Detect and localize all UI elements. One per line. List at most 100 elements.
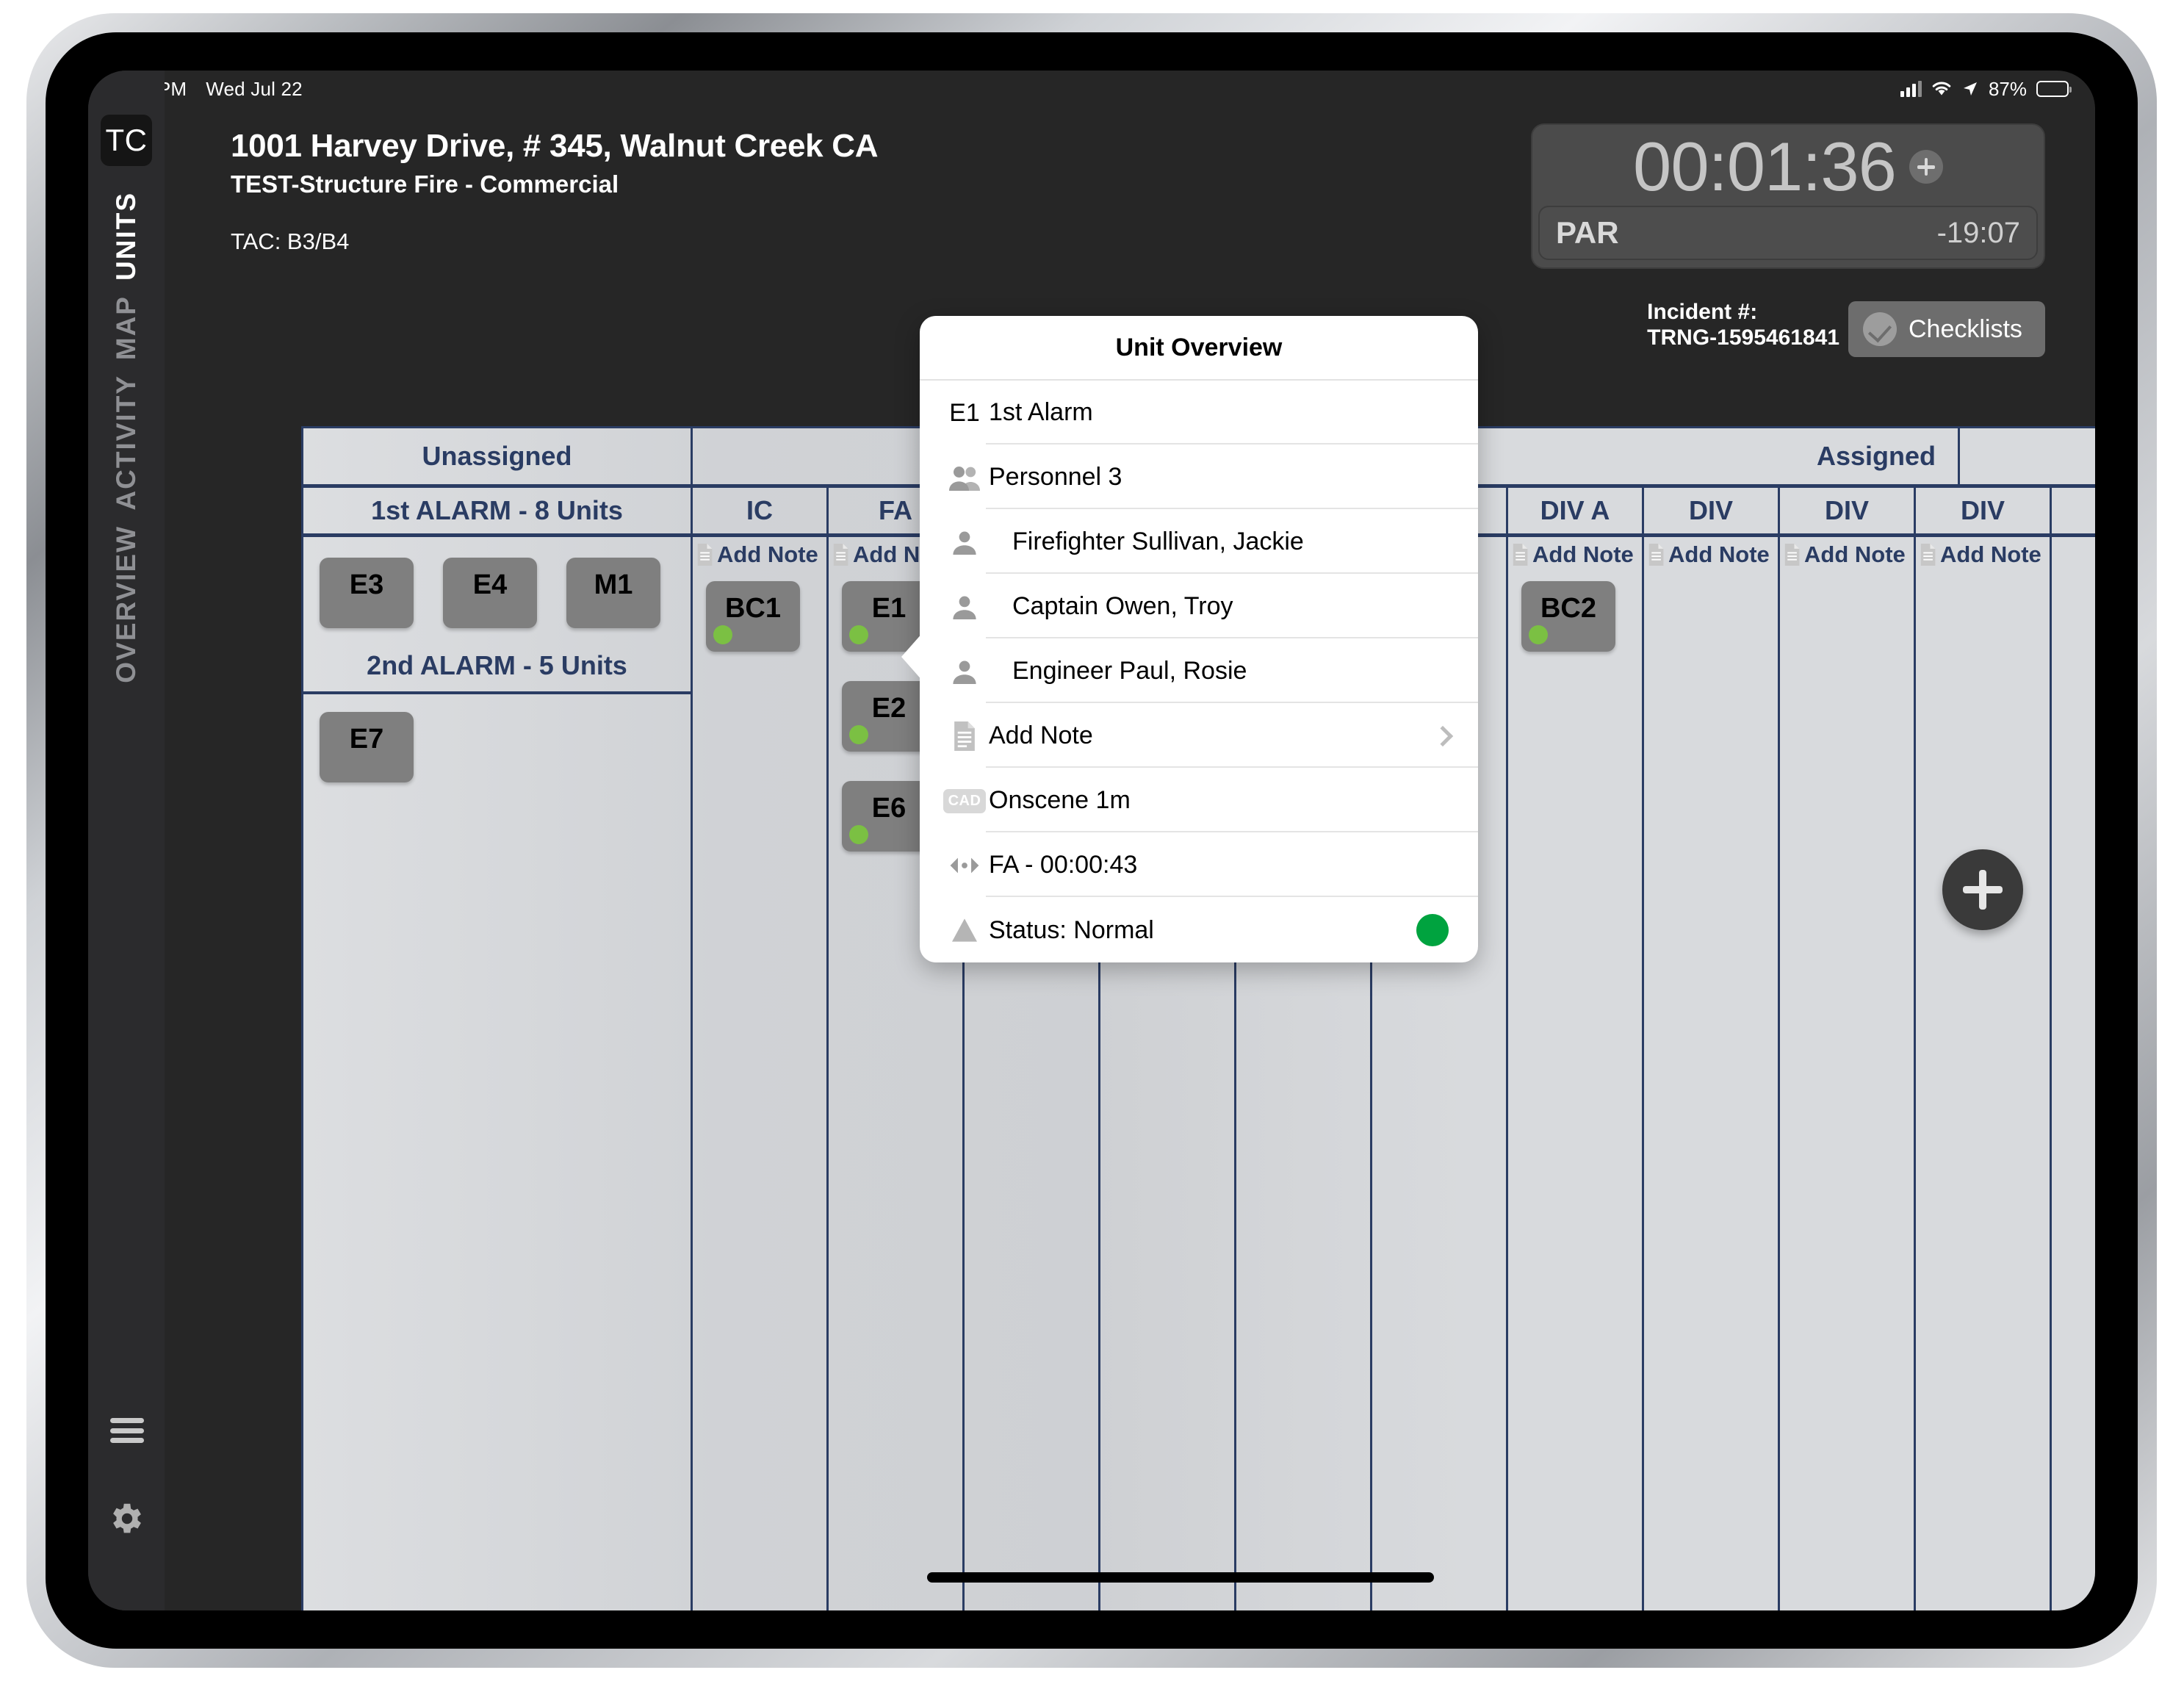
gear-icon[interactable] <box>107 1499 147 1538</box>
column-body-div2[interactable]: Add Note <box>1780 537 1916 1610</box>
column-header-unassigned-alarm: 1st ALARM - 8 Units <box>303 488 693 533</box>
add-note-button-ic[interactable]: Add Note <box>696 541 818 568</box>
column-body-spare[interactable] <box>2052 537 2095 1610</box>
column-body-div1[interactable]: Add Note <box>1644 537 1780 1610</box>
app-logo: TC <box>101 115 152 166</box>
popover-row-text: Status: Normal <box>989 915 1154 944</box>
add-button[interactable] <box>1942 849 2023 930</box>
person-icon <box>953 531 976 555</box>
rail-tab-units[interactable]: UNITS <box>111 184 142 288</box>
status-badge <box>1416 914 1449 946</box>
add-note-label: Add Note <box>1532 541 1634 567</box>
popover-row-person-3[interactable]: Engineer Paul, Rosie <box>920 639 1478 704</box>
column-body-div3[interactable]: Add Note <box>1916 537 2052 1610</box>
alarm-group-2-label: 2nd ALARM - 5 Units <box>367 650 627 680</box>
popover-row-fa-timer[interactable]: FA - 00:00:43 <box>920 833 1478 898</box>
status-date: Wed Jul 22 <box>206 77 303 100</box>
tablet-screen-bed: 4:52 PM Wed Jul 22 87% TC UNITS MAP ACTI… <box>46 32 2138 1649</box>
incident-tac: TAC: B3/B4 <box>231 228 350 254</box>
column-header-spare[interactable] <box>2052 488 2095 533</box>
plus-circle-icon[interactable] <box>1909 150 1943 184</box>
par-label: PAR <box>1556 215 1619 250</box>
unit-card-e3[interactable]: E3 <box>320 558 414 628</box>
add-note-label: Add Note <box>1804 541 1906 567</box>
popover-row-text: Personnel 3 <box>986 447 1478 509</box>
unit-badge-icon: E1 <box>943 399 986 428</box>
column-header-div1[interactable]: DIV <box>1644 488 1780 533</box>
left-rail: TC UNITS MAP ACTIVITY OVERVIEW <box>88 71 165 1610</box>
group-header-unassigned: Unassigned <box>303 428 693 484</box>
column-body-unassigned[interactable]: E3 E4 M1 2nd ALARM - 5 Units E7 <box>303 537 693 1610</box>
popover-row-personnel[interactable]: Personnel 3 <box>920 445 1478 510</box>
add-note-label: Add Note <box>717 541 818 567</box>
popover-title: Unit Overview <box>920 316 1478 381</box>
par-row[interactable]: PAR -19:07 <box>1538 206 2038 260</box>
unit-status-dot <box>849 825 868 844</box>
unit-card-m1[interactable]: M1 <box>566 558 660 628</box>
column-header-div2[interactable]: DIV <box>1780 488 1916 533</box>
add-note-label: Add Note <box>1668 541 1770 567</box>
add-note-button-div3[interactable]: Add Note <box>1919 541 2041 568</box>
unit-card-label: E4 <box>472 569 508 600</box>
popover-row-text: Engineer Paul, Rosie <box>986 641 1478 703</box>
incident-timer: 00:01:36 <box>1633 128 1897 205</box>
column-header-diva[interactable]: DIV A <box>1508 488 1644 533</box>
warning-icon <box>952 918 977 942</box>
document-icon <box>833 544 848 566</box>
document-icon <box>697 544 713 566</box>
incident-number-block: Incident #: TRNG-1595461841 <box>1647 300 1839 351</box>
unit-status-dot <box>713 625 732 644</box>
add-note-button-div2[interactable]: Add Note <box>1783 541 1906 568</box>
checklists-button[interactable]: Checklists <box>1848 301 2045 357</box>
hamburger-menu-icon[interactable] <box>110 1418 144 1443</box>
incident-number-value: TRNG-1595461841 <box>1647 325 1839 350</box>
people-icon <box>949 467 980 491</box>
column-body-diva[interactable]: Add Note BC2 <box>1508 537 1644 1610</box>
unit-card-label: BC1 <box>724 593 782 624</box>
unit-card-bc1[interactable]: BC1 <box>706 581 800 652</box>
group-header-spare <box>1960 428 2095 484</box>
popover-row-cad-status[interactable]: CAD Onscene 1m <box>920 768 1478 833</box>
unit-card-e7[interactable]: E7 <box>320 712 414 782</box>
unit-badge-label: E1 <box>949 398 980 427</box>
incident-address: 1001 Harvey Drive, # 345, Walnut Creek C… <box>231 128 879 164</box>
rail-tab-map[interactable]: MAP <box>111 288 142 367</box>
rail-tab-activity[interactable]: ACTIVITY <box>111 367 142 518</box>
cellular-signal-icon <box>1900 81 1922 97</box>
battery-icon <box>2036 81 2072 97</box>
wifi-icon <box>1932 82 1951 96</box>
column-body-ic[interactable]: Add Note BC1 <box>693 537 829 1610</box>
popover-row-person-1[interactable]: Firefighter Sullivan, Jackie <box>920 510 1478 575</box>
document-icon <box>1784 544 1800 566</box>
unit-card-e4[interactable]: E4 <box>443 558 537 628</box>
unit-overview-popover: Unit Overview E1 1st Alarm Personnel 3 F… <box>920 316 1478 962</box>
check-circle-icon <box>1863 312 1897 346</box>
unit-card-label: E3 <box>349 569 384 600</box>
par-countdown: -19:07 <box>1936 216 2020 249</box>
tablet-frame: 4:52 PM Wed Jul 22 87% TC UNITS MAP ACTI… <box>26 13 2157 1668</box>
add-note-button-diva[interactable]: Add Note <box>1511 541 1634 568</box>
document-icon <box>1920 544 1936 566</box>
document-icon <box>954 721 975 751</box>
alarm-group-divider <box>303 691 691 694</box>
popover-row-unit[interactable]: E1 1st Alarm <box>920 381 1478 445</box>
add-note-button-div1[interactable]: Add Note <box>1647 541 1770 568</box>
flow-arrows-icon <box>950 857 979 874</box>
rail-tab-overview[interactable]: OVERVIEW <box>111 518 142 691</box>
popover-row-text: Firefighter Sullivan, Jackie <box>986 511 1478 574</box>
checklists-label: Checklists <box>1909 314 2022 343</box>
popover-pointer <box>901 632 923 682</box>
column-header-ic[interactable]: IC <box>693 488 829 533</box>
unit-card-label: BC2 <box>1540 593 1597 624</box>
incident-number-label: Incident #: <box>1647 300 1758 324</box>
popover-row-status[interactable]: Status: Normal <box>920 898 1478 962</box>
popover-row-person-2[interactable]: Captain Owen, Troy <box>920 575 1478 639</box>
column-header-div3[interactable]: DIV <box>1916 488 2052 533</box>
unit-status-dot <box>849 725 868 744</box>
popover-row-text: Add Note <box>986 705 1478 768</box>
person-icon <box>953 596 976 619</box>
unit-card-label: E7 <box>349 724 384 755</box>
location-arrow-icon <box>1963 82 1977 96</box>
popover-row-add-note[interactable]: Add Note <box>920 704 1478 768</box>
unit-card-bc2[interactable]: BC2 <box>1521 581 1615 652</box>
